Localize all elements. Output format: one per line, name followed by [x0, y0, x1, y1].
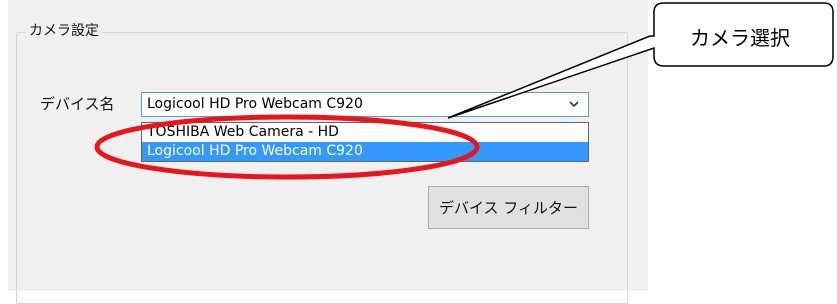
callout-label: カメラ選択 [690, 26, 790, 50]
highlight-ellipse [94, 114, 480, 180]
callout-box [447, 2, 834, 119]
